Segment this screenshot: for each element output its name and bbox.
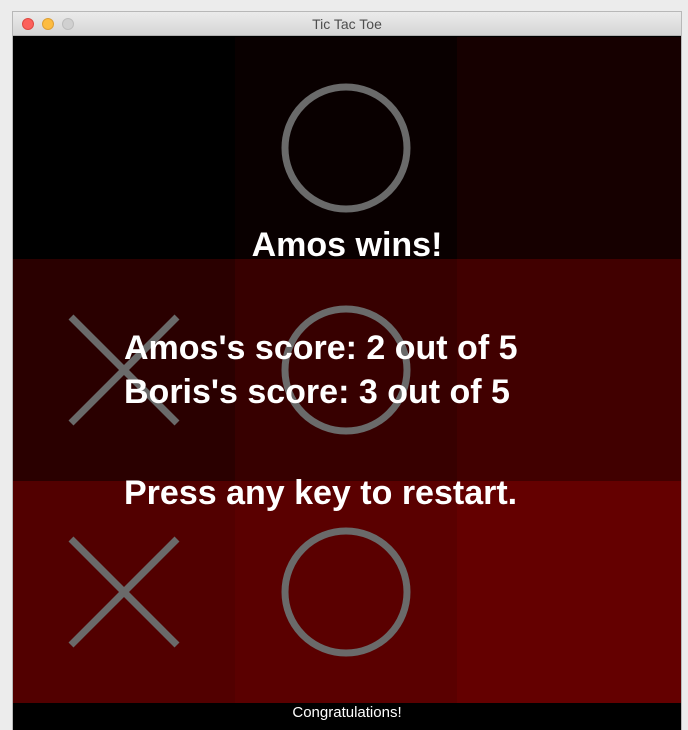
board-cell-2[interactable] — [235, 37, 457, 259]
title-bar: Tic Tac Toe — [13, 12, 681, 36]
board-cell-3[interactable] — [457, 37, 681, 259]
status-bar: Congratulations! — [13, 703, 681, 730]
board-cell-4[interactable] — [13, 259, 235, 481]
board-cell-9[interactable] — [457, 481, 681, 703]
board-cell-8[interactable] — [235, 481, 457, 703]
window-title: Tic Tac Toe — [312, 16, 382, 32]
game-board[interactable] — [13, 37, 681, 703]
o-mark-icon — [281, 305, 411, 435]
board-cell-7[interactable] — [13, 481, 235, 703]
board-cell-6[interactable] — [457, 259, 681, 481]
status-message: Congratulations! — [292, 704, 402, 721]
game-window: Tic Tac Toe Amos wins! Amos's score: 2 o… — [12, 11, 682, 730]
o-mark-icon — [281, 83, 411, 213]
board-cell-1[interactable] — [13, 37, 235, 259]
x-mark-icon — [68, 536, 180, 648]
o-mark-icon — [281, 527, 411, 657]
board-cell-5[interactable] — [235, 259, 457, 481]
x-mark-icon — [68, 314, 180, 426]
